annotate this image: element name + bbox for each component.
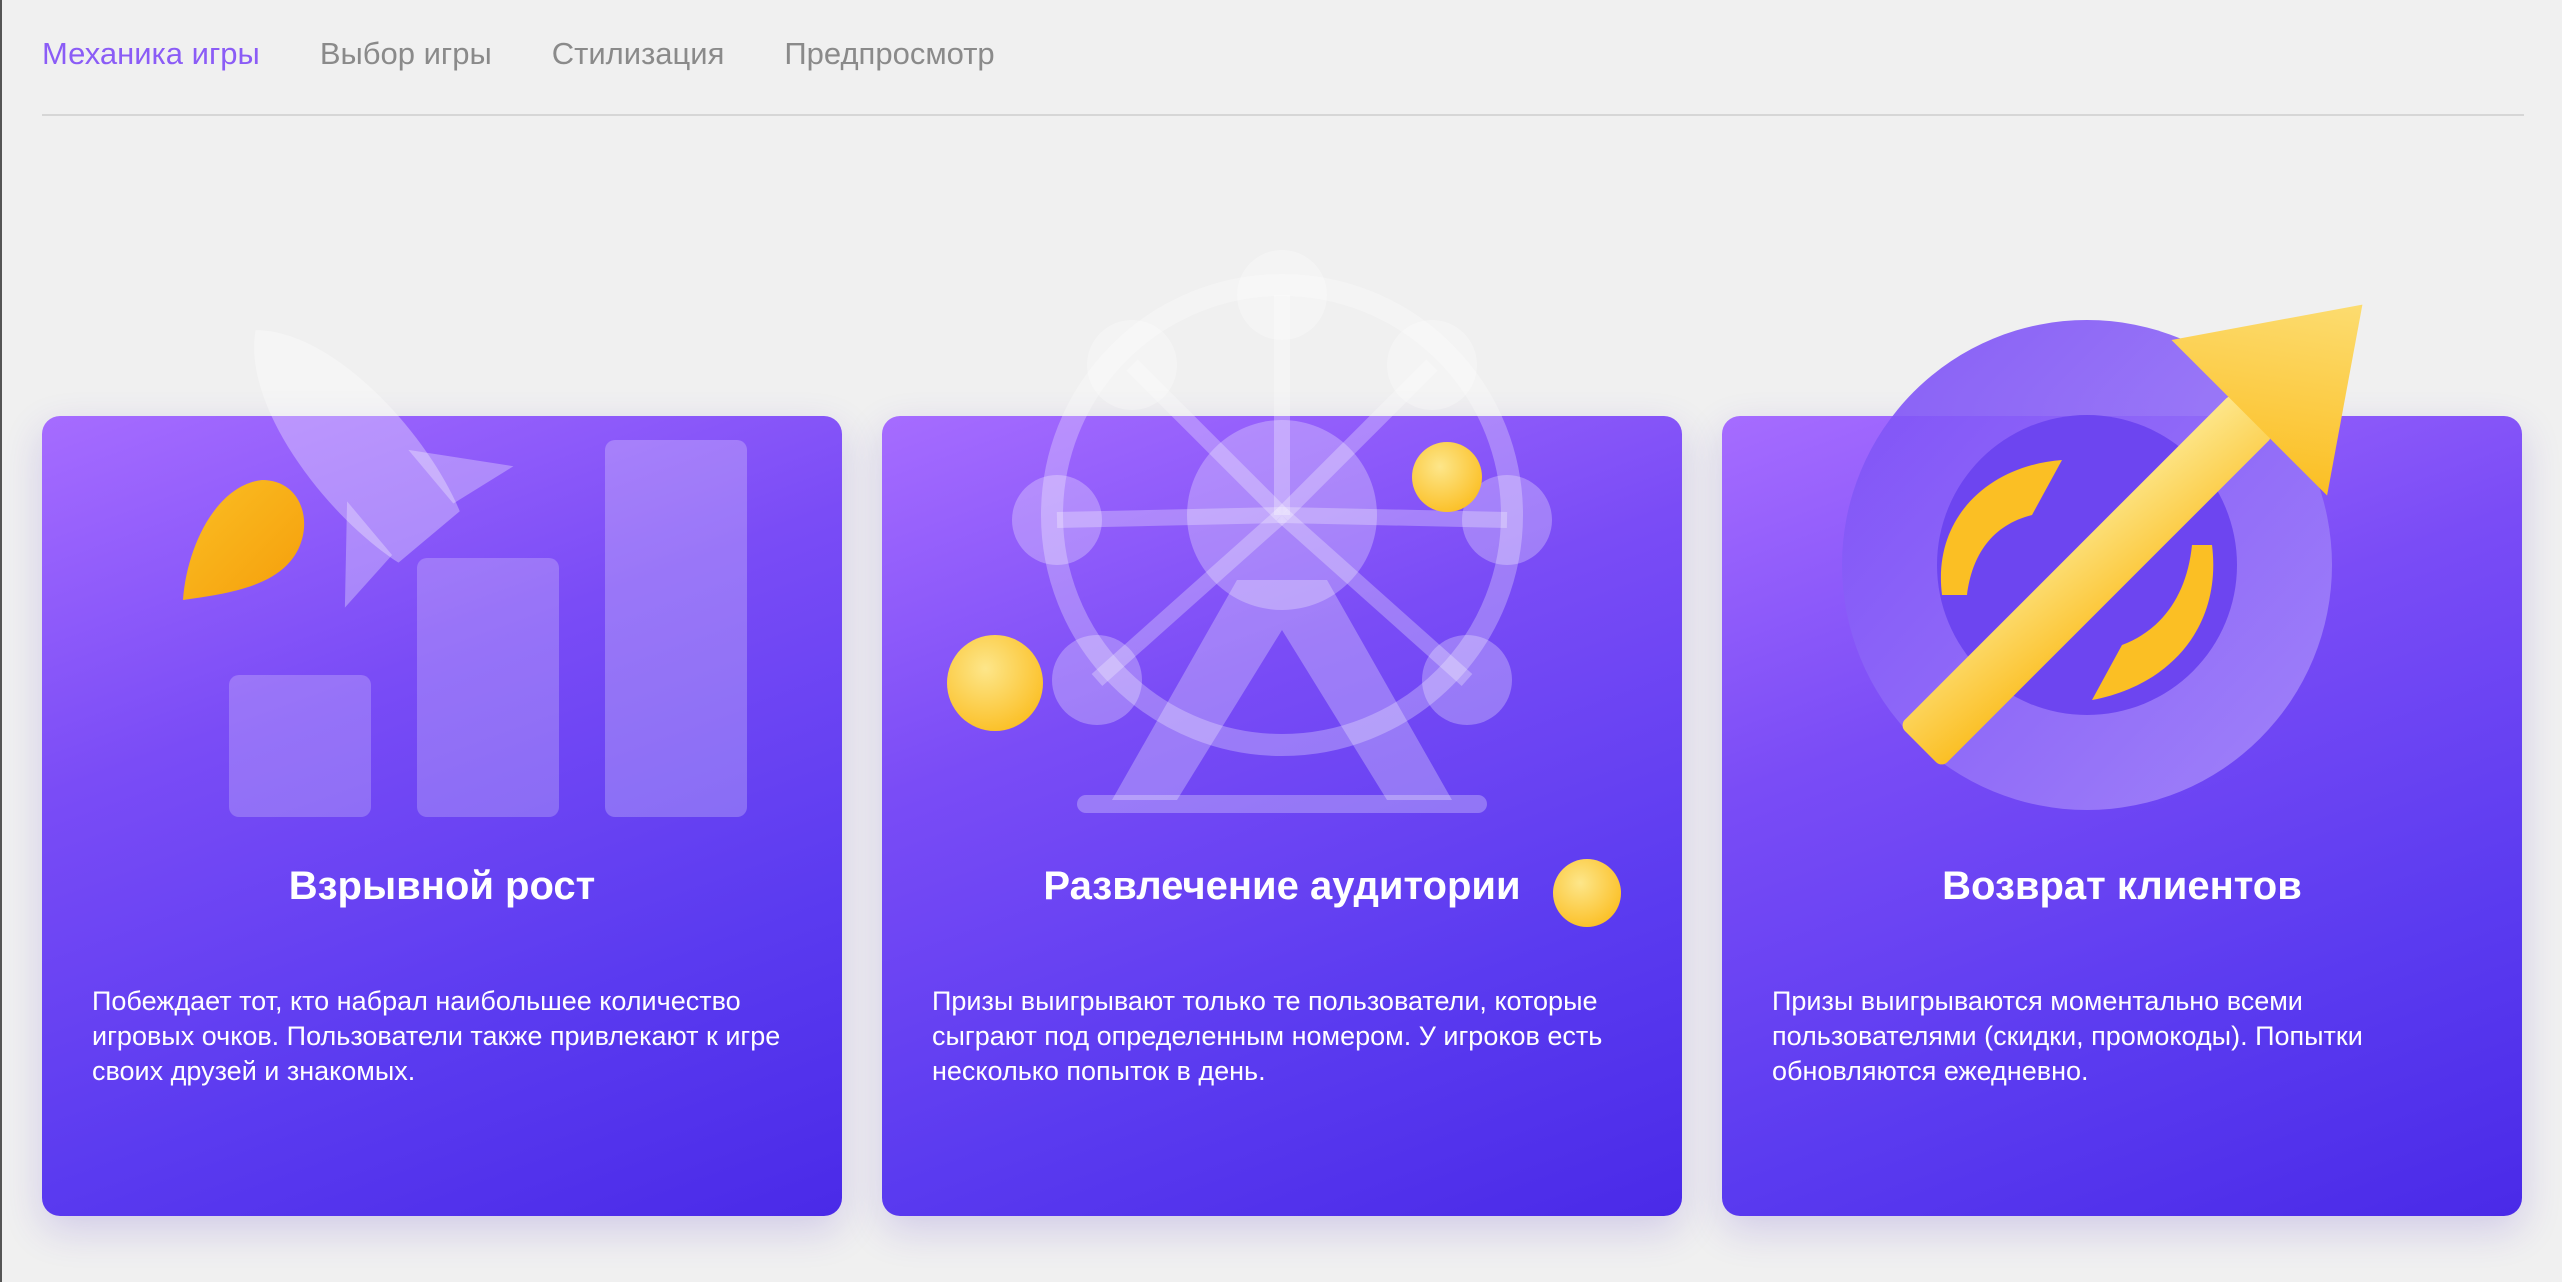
tab-preview[interactable]: Предпросмотр bbox=[784, 36, 994, 72]
rocket-growth-icon bbox=[183, 330, 747, 817]
tabs-bar: Механика игры Выбор игры Стилизация Пред… bbox=[42, 0, 2524, 116]
card-description: Призы выигрываются моментально всеми пол… bbox=[1772, 986, 2363, 1086]
game-mechanics-page: Механика игры Выбор игры Стилизация Пред… bbox=[0, 0, 2562, 1282]
return-arrow-icon bbox=[1842, 304, 2363, 810]
tab-game-mechanics[interactable]: Механика игры bbox=[42, 36, 260, 72]
card-description: Призы выигрывают только те пользователи,… bbox=[932, 986, 1603, 1086]
ferris-wheel-icon bbox=[947, 250, 1621, 927]
tab-game-selection[interactable]: Выбор игры bbox=[320, 36, 492, 72]
tab-styling[interactable]: Стилизация bbox=[552, 36, 725, 72]
card-title: Возврат клиентов bbox=[1942, 864, 2302, 908]
card-title: Взрывной рост bbox=[288, 864, 596, 908]
card-description: Побеждает тот, кто набрал наибольшее кол… bbox=[92, 986, 781, 1086]
